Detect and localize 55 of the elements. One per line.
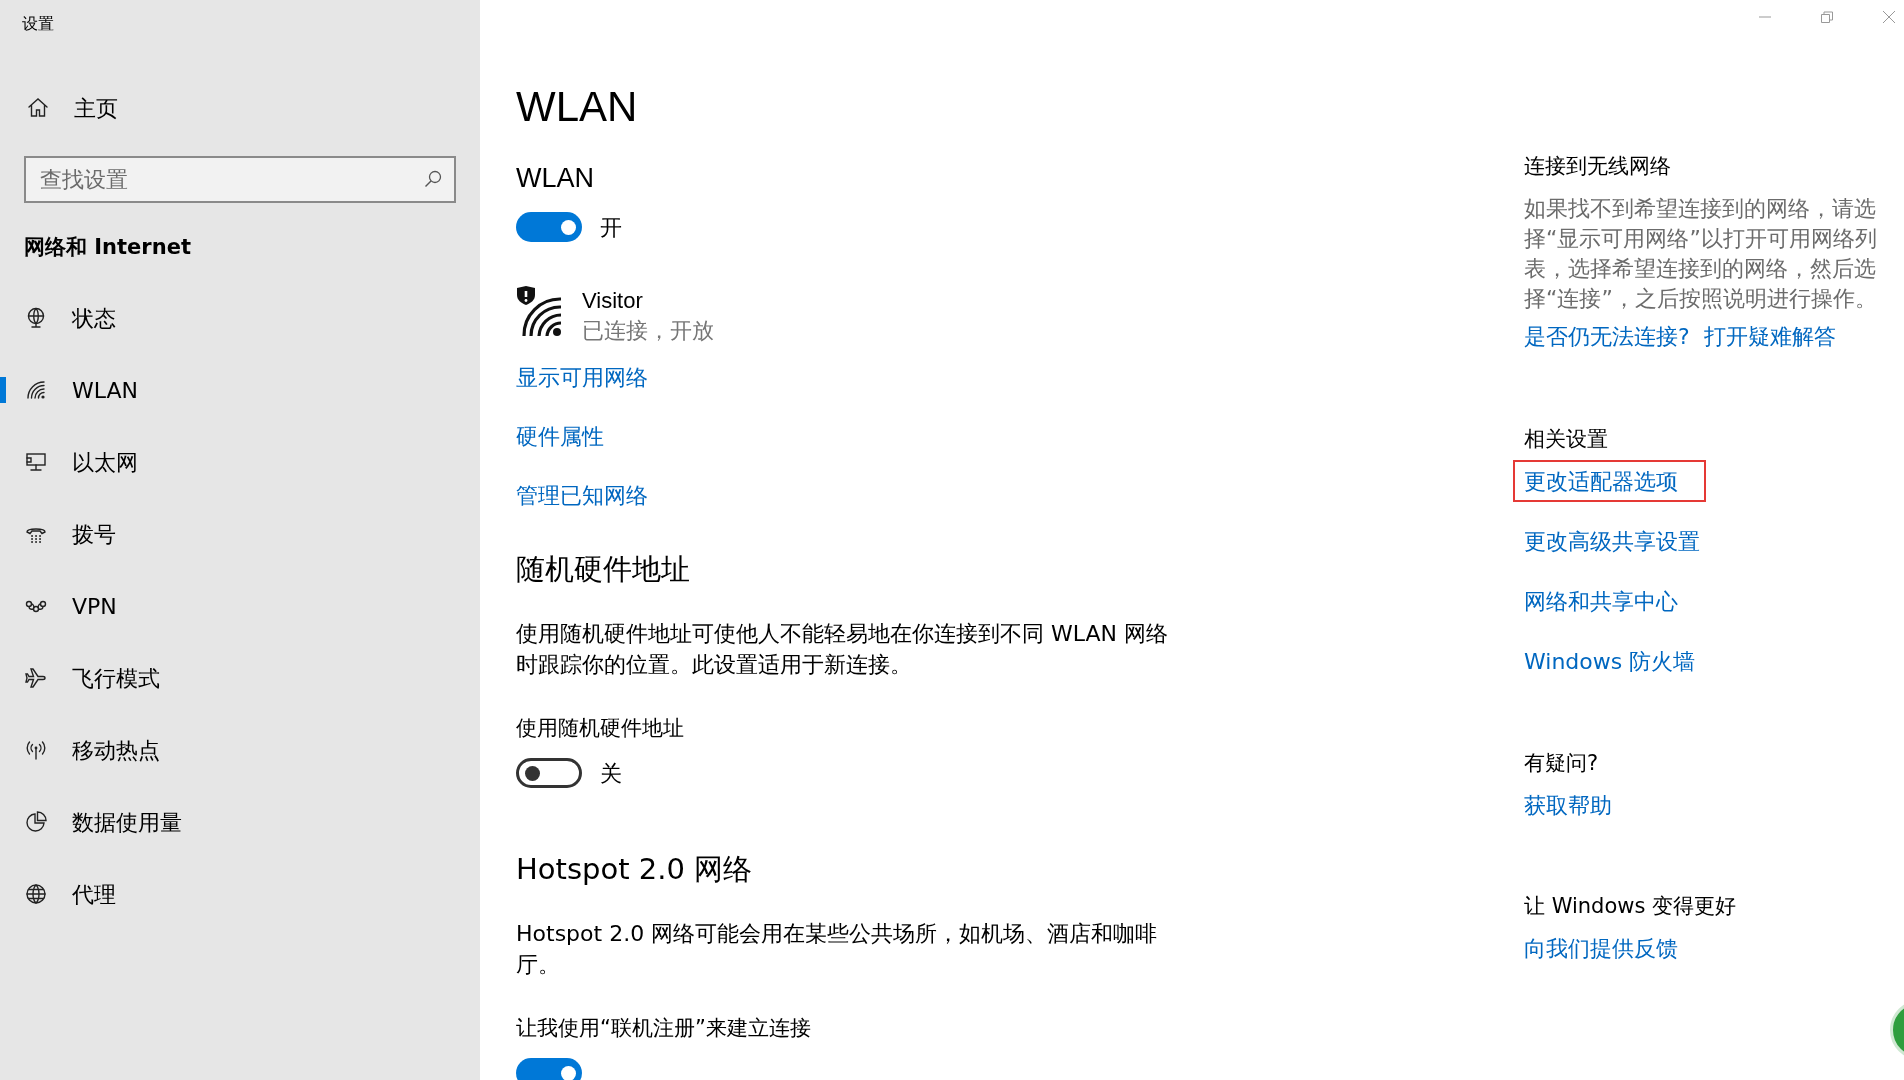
- antenna-icon: [24, 738, 48, 762]
- description: Hotspot 2.0 网络可能会用在某些公共场所，如机场、酒店和咖啡厅。: [516, 920, 1159, 979]
- nav-item[interactable]: 飞行模式: [0, 642, 480, 714]
- setting-label: 使用随机硬件地址: [516, 715, 685, 742]
- airplane-icon: [24, 666, 48, 690]
- network-name: Visitor: [582, 287, 644, 315]
- nav-item[interactable]: 拨号: [0, 498, 480, 570]
- section-heading: 连接到无线网络: [1524, 153, 1672, 180]
- page-title: WLAN: [516, 82, 639, 132]
- section-heading: Hotspot 2.0 网络: [516, 851, 754, 888]
- nav-item[interactable]: VPN: [0, 570, 480, 642]
- toggle-state-label: 关: [600, 759, 622, 788]
- nav-item[interactable]: 代理: [0, 858, 480, 930]
- home-nav-item[interactable]: 主页: [0, 78, 480, 138]
- section-heading: 网络和 Internet: [24, 234, 191, 262]
- link[interactable]: 获取帮助: [1524, 790, 1612, 820]
- section-heading: 相关设置: [1524, 426, 1609, 453]
- toggle-switch[interactable]: [516, 1058, 582, 1080]
- monitor-icon: [24, 450, 48, 474]
- pie-chart-icon: [24, 810, 48, 834]
- window-title: 设置: [22, 13, 54, 35]
- toggle-state-label: 开: [600, 213, 622, 242]
- nav-item[interactable]: 状态: [0, 282, 480, 354]
- selection-indicator: [0, 377, 6, 403]
- home-icon: [26, 96, 50, 120]
- setting-heading: WLAN: [516, 162, 595, 195]
- search-icon[interactable]: [424, 170, 442, 188]
- restore-icon[interactable]: [1820, 10, 1834, 24]
- link[interactable]: 向我们提供反馈: [1524, 933, 1678, 963]
- link[interactable]: 显示可用网络: [516, 360, 648, 396]
- globe-icon: [24, 882, 48, 906]
- description: 使用随机硬件地址可使他人不能轻易地在你连接到不同 WLAN 网络时跟踪你的位置。此设置适用于新连接。: [516, 620, 1169, 679]
- link[interactable]: 硬件属性: [516, 419, 604, 455]
- nav-item[interactable]: 移动热点: [0, 714, 480, 786]
- toggle-switch[interactable]: [516, 212, 582, 242]
- toggle-switch[interactable]: [516, 758, 582, 788]
- close-icon[interactable]: [1882, 10, 1896, 24]
- network-status: 已连接，开放: [582, 317, 714, 345]
- nav-item[interactable]: 以太网: [0, 426, 480, 498]
- section-heading: 有疑问?: [1524, 750, 1600, 777]
- section-heading: 让 Windows 变得更好: [1524, 893, 1738, 920]
- setting-label: 让我使用“联机注册”来建立连接: [516, 1015, 812, 1042]
- secured-wifi-icon: [516, 286, 564, 338]
- wifi-icon: [24, 378, 48, 402]
- link[interactable]: 网络和共享中心: [1524, 580, 1678, 622]
- search-field[interactable]: 查找设置: [24, 156, 456, 203]
- link[interactable]: 管理已知网络: [516, 478, 648, 514]
- link[interactable]: 是否仍无法连接?: [1524, 322, 1690, 352]
- section-heading: 随机硬件地址: [516, 551, 691, 588]
- link[interactable]: 更改适配器选项: [1513, 460, 1706, 502]
- link[interactable]: 更改高级共享设置: [1524, 520, 1700, 562]
- nav-item[interactable]: 数据使用量: [0, 786, 480, 858]
- description: 如果找不到希望连接到的网络，请选择“显示可用网络”以打开可用网络列表，选择希望连接到的网络，然后选择“连接”，之后按照说明进行操作。: [1524, 195, 1878, 313]
- link[interactable]: Windows 防火墙: [1524, 640, 1696, 682]
- link[interactable]: 打开疑难解答: [1703, 322, 1836, 352]
